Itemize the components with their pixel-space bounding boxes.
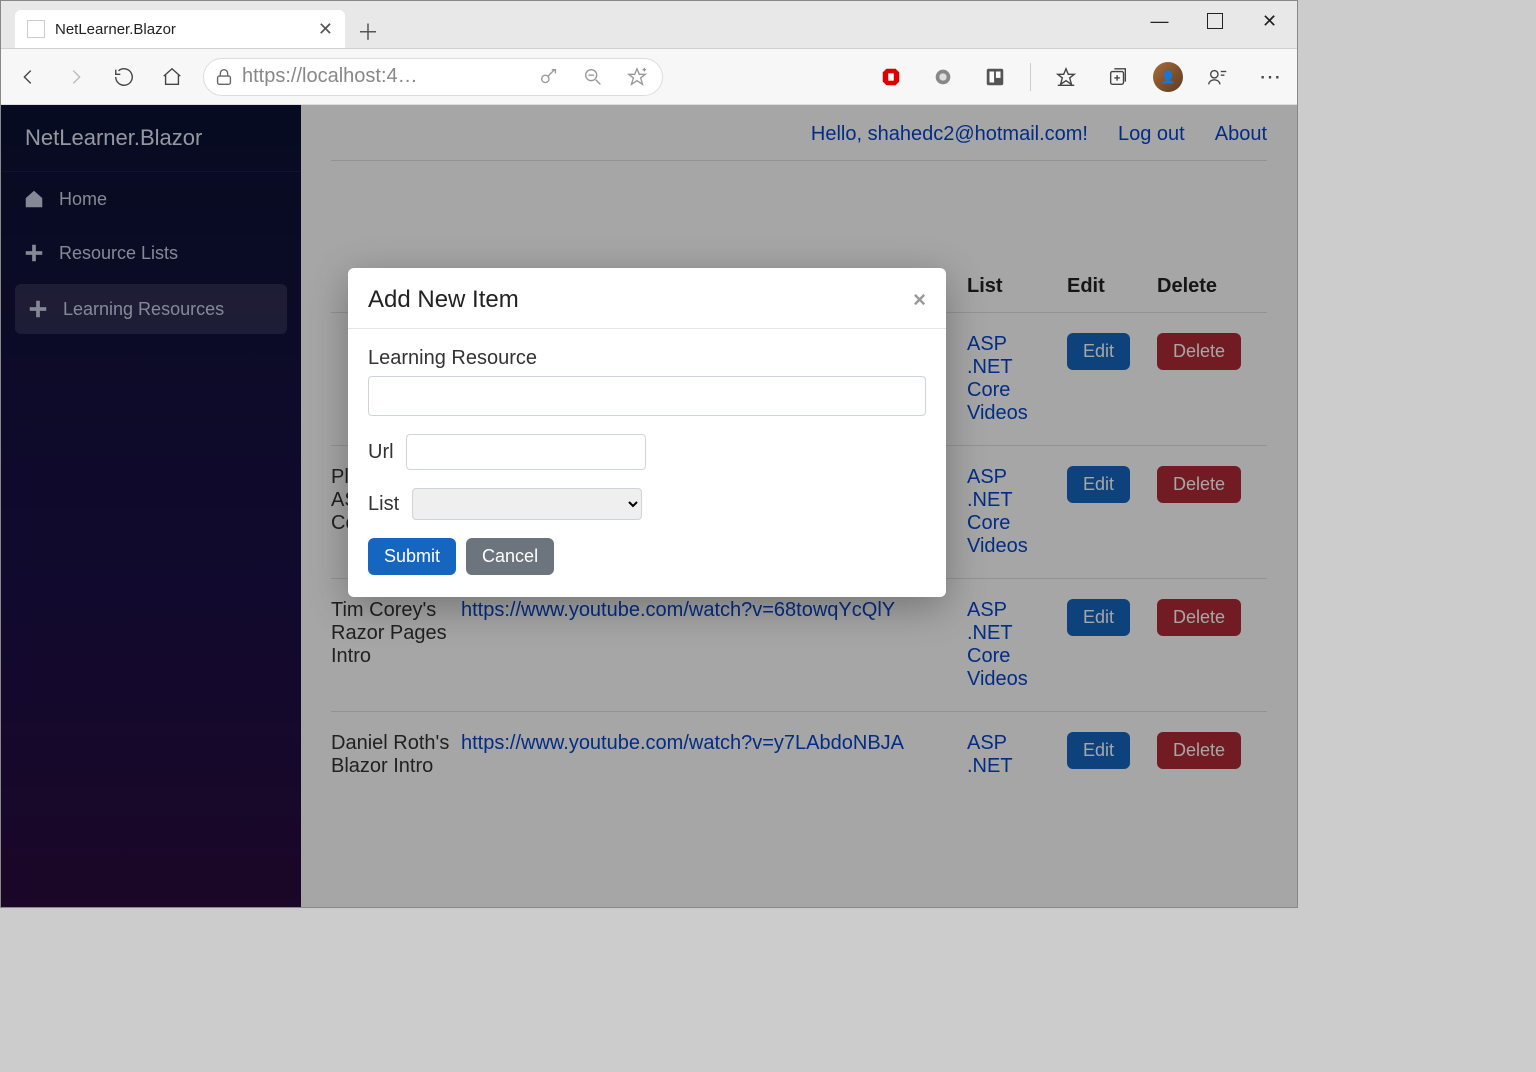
forward-button[interactable] [59,60,93,94]
url-text: https://localhost:4… [242,65,526,88]
tab-favicon [27,20,45,38]
label-list: List [368,493,399,516]
modal-close-icon[interactable]: × [913,287,926,313]
search-key-icon[interactable] [532,60,566,94]
modal-title: Add New Item [368,286,519,314]
browser-toolbar: https://localhost:4… [1,49,1297,105]
submit-button[interactable]: Submit [368,538,456,575]
browser-titlebar: NetLearner.Blazor ✕ ＋ — ✕ [1,1,1297,49]
browser-tab[interactable]: NetLearner.Blazor ✕ [15,10,345,48]
back-button[interactable] [11,60,45,94]
home-button[interactable] [155,60,189,94]
address-bar[interactable]: https://localhost:4… [203,58,663,96]
feedback-icon[interactable] [1201,60,1235,94]
cancel-button[interactable]: Cancel [466,538,554,575]
window-maximize-icon[interactable] [1187,1,1242,41]
adblock-icon[interactable] [874,60,908,94]
zoom-out-icon[interactable] [576,60,610,94]
more-menu-icon[interactable]: ⋯ [1253,60,1287,94]
select-list[interactable] [412,488,642,520]
input-learning-resource[interactable] [368,376,926,416]
tab-title: NetLearner.Blazor [55,21,176,38]
label-learning-resource: Learning Resource [368,347,926,370]
window-minimize-icon[interactable]: — [1132,1,1187,41]
window-close-icon[interactable]: ✕ [1242,1,1297,41]
tab-close-icon[interactable]: ✕ [318,19,333,40]
new-tab-button[interactable]: ＋ [351,14,385,48]
modal-overlay[interactable]: Add New Item × Learning Resource Url Lis… [1,105,1297,907]
trello-icon[interactable] [978,60,1012,94]
extension-circle-icon[interactable] [926,60,960,94]
label-url: Url [368,441,394,464]
collections-icon[interactable] [1101,60,1135,94]
add-favorite-icon[interactable] [620,60,654,94]
add-item-modal: Add New Item × Learning Resource Url Lis… [348,268,946,597]
refresh-button[interactable] [107,60,141,94]
lock-icon [212,60,236,94]
favorites-icon[interactable] [1049,60,1083,94]
profile-avatar[interactable]: 👤 [1153,62,1183,92]
input-url[interactable] [406,434,646,470]
